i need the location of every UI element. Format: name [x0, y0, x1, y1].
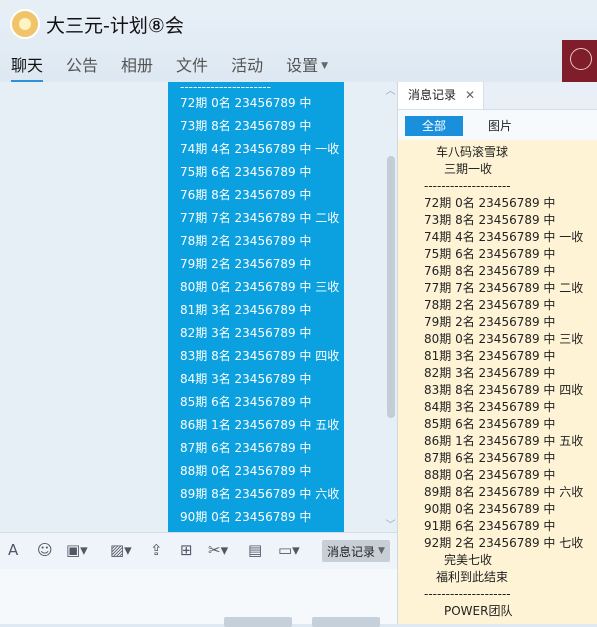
image-icon[interactable]: ▨▾ [110, 541, 132, 559]
group-avatar[interactable] [10, 9, 40, 39]
scroll-thumb[interactable] [387, 156, 395, 418]
chat-bubble-icon[interactable]: ▭▾ [278, 541, 300, 559]
message-line: 84期 3名 23456789 中 [180, 372, 312, 386]
chevron-down-icon: ▼ [378, 546, 385, 556]
tab-label: 相册 [121, 56, 154, 75]
scroll-down-icon[interactable]: ﹀ [384, 516, 397, 531]
upload-icon[interactable]: ⇪ [150, 541, 163, 559]
history-line: 87期 6名 23456789 中 [424, 451, 556, 465]
screenshot-icon[interactable]: ▣▾ [66, 541, 88, 559]
message-line: 82期 3名 23456789 中 [180, 326, 312, 340]
tab-files[interactable]: 文件 [176, 52, 208, 83]
history-line: 77期 7名 23456789 中 二收 [424, 281, 584, 295]
history-line: 76期 8名 23456789 中 [424, 264, 556, 278]
history-line: 83期 8名 23456789 中 四收 [424, 383, 584, 397]
filter-images-button[interactable]: 图片 [488, 116, 512, 136]
history-footer: 完美七收 [444, 553, 493, 567]
message-line: 77期 7名 23456789 中 二收 [180, 211, 340, 225]
font-icon[interactable]: A [8, 541, 18, 559]
tab-label: 公告 [66, 56, 99, 75]
history-line: 89期 8名 23456789 中 六收 [424, 485, 584, 499]
message-line: 79期 2名 23456789 中 [180, 257, 312, 271]
tab-album[interactable]: 相册 [121, 52, 153, 83]
tab-activity[interactable]: 活动 [231, 52, 263, 83]
message-line: 83期 8名 23456789 中 四收 [180, 349, 340, 363]
scissors-icon[interactable]: ✂▾ [208, 541, 228, 559]
history-footer-note: 福利到此结束 [436, 570, 509, 584]
history-line: 91期 6名 23456789 中 [424, 519, 556, 533]
message-line: 89期 8名 23456789 中 六收 [180, 487, 340, 501]
input-toolbar: A ☺ ▣▾ ▨▾ ⇪ ⊞ ✂▾ ▤ ▭▾ 消息记录 ▼ [0, 532, 397, 569]
message-input[interactable] [0, 569, 397, 627]
history-line: 78期 2名 23456789 中 [424, 298, 556, 312]
tab-chat[interactable]: 聊天 [11, 52, 44, 83]
message-line: 76期 8名 23456789 中 [180, 188, 312, 202]
history-line: 81期 3名 23456789 中 [424, 349, 556, 363]
history-line: 74期 4名 23456789 中 一收 [424, 230, 584, 244]
message-line: 81期 3名 23456789 中 [180, 303, 312, 317]
history-tabbar: 消息记录 ✕ [398, 82, 597, 110]
history-filter: 全部 图片 [398, 110, 597, 140]
chevron-down-icon: ▼ [321, 61, 329, 71]
tab-history[interactable]: 消息记录 ✕ [398, 82, 484, 109]
nav-tabs: 聊天 公告 相册 文件 活动 设置 ▼ [11, 52, 351, 83]
history-tab-label: 消息记录 [408, 88, 457, 102]
close-icon[interactable]: ✕ [465, 82, 475, 109]
history-line: 84期 3名 23456789 中 [424, 400, 556, 414]
history-separator: -------------------- [424, 179, 511, 193]
message-line: 88期 0名 23456789 中 [180, 464, 312, 478]
message-line: 85期 6名 23456789 中 [180, 395, 312, 409]
chat-area: --------------------- 72期 0名 23456789 中7… [0, 82, 397, 532]
history-line: 79期 2名 23456789 中 [424, 315, 556, 329]
red-packet-icon[interactable]: ▤ [248, 541, 262, 559]
message-line: 86期 1名 23456789 中 五收 [180, 418, 340, 432]
history-panel: 消息记录 ✕ 全部 图片 车八码滚雪球 三期一收 ---------------… [397, 82, 597, 624]
send-button[interactable] [312, 617, 380, 627]
tab-label: 设置 [286, 56, 319, 75]
history-button-label: 消息记录 [327, 545, 376, 559]
message-line: 87期 6名 23456789 中 [180, 441, 312, 455]
close-button[interactable] [224, 617, 292, 627]
tab-label: 活动 [231, 56, 264, 75]
tab-label: 文件 [176, 56, 209, 75]
history-subheader: 三期一收 [444, 162, 493, 176]
message-line: 74期 4名 23456789 中 一收 [180, 142, 340, 156]
emoji-icon[interactable]: ☺ [37, 541, 53, 559]
message-line: 80期 0名 23456789 中 三收 [180, 280, 340, 294]
message-bubble[interactable]: --------------------- 72期 0名 23456789 中7… [168, 82, 344, 532]
history-line: 73期 8名 23456789 中 [424, 213, 556, 227]
history-line: 75期 6名 23456789 中 [424, 247, 556, 261]
message-line: 73期 8名 23456789 中 [180, 119, 312, 133]
scroll-up-icon[interactable]: ︿ [384, 82, 397, 97]
message-line: 78期 2名 23456789 中 [180, 234, 312, 248]
history-line: 88期 0名 23456789 中 [424, 468, 556, 482]
tab-announcement[interactable]: 公告 [66, 52, 98, 83]
message-lines: 72期 0名 23456789 中 73期 8名 23456789 中 74期 4名… [168, 92, 344, 529]
history-line: 85期 6名 23456789 中 [424, 417, 556, 431]
chat-scrollbar[interactable]: ︿ ﹀ [384, 82, 397, 532]
history-content: 车八码滚雪球 三期一收 -------------------- 72期 0名 … [398, 144, 597, 620]
history-lines: 72期 0名 23456789 中 73期 8名 23456789 中 74期 4名… [398, 195, 597, 552]
history-line: 82期 3名 23456789 中 [424, 366, 556, 380]
history-line: 80期 0名 23456789 中 三收 [424, 332, 584, 346]
tab-settings[interactable]: 设置 ▼ [286, 52, 328, 83]
filter-all-button[interactable]: 全部 [405, 116, 463, 136]
tab-label: 聊天 [11, 56, 44, 75]
history-header: 车八码滚雪球 [436, 145, 509, 159]
window-header: 大三元-计划⑧会 聊天 公告 相册 文件 活动 设置 ▼ [0, 0, 597, 83]
history-line: 72期 0名 23456789 中 [424, 196, 556, 210]
history-line: 92期 2名 23456789 中 七收 [424, 536, 584, 550]
user-avatar[interactable] [562, 40, 597, 82]
window-title: 大三元-计划⑧会 [46, 15, 184, 37]
message-line: 75期 6名 23456789 中 [180, 165, 312, 179]
message-line: 90期 0名 23456789 中 [180, 510, 312, 524]
history-line: 90期 0名 23456789 中 [424, 502, 556, 516]
history-line: 86期 1名 23456789 中 五收 [424, 434, 584, 448]
history-signature: POWER团队 [444, 604, 513, 618]
message-separator: --------------------- [180, 82, 271, 94]
gift-icon[interactable]: ⊞ [180, 541, 193, 559]
history-separator: -------------------- [424, 587, 511, 601]
message-history-button[interactable]: 消息记录 ▼ [322, 540, 390, 562]
message-line: 72期 0名 23456789 中 [180, 96, 312, 110]
